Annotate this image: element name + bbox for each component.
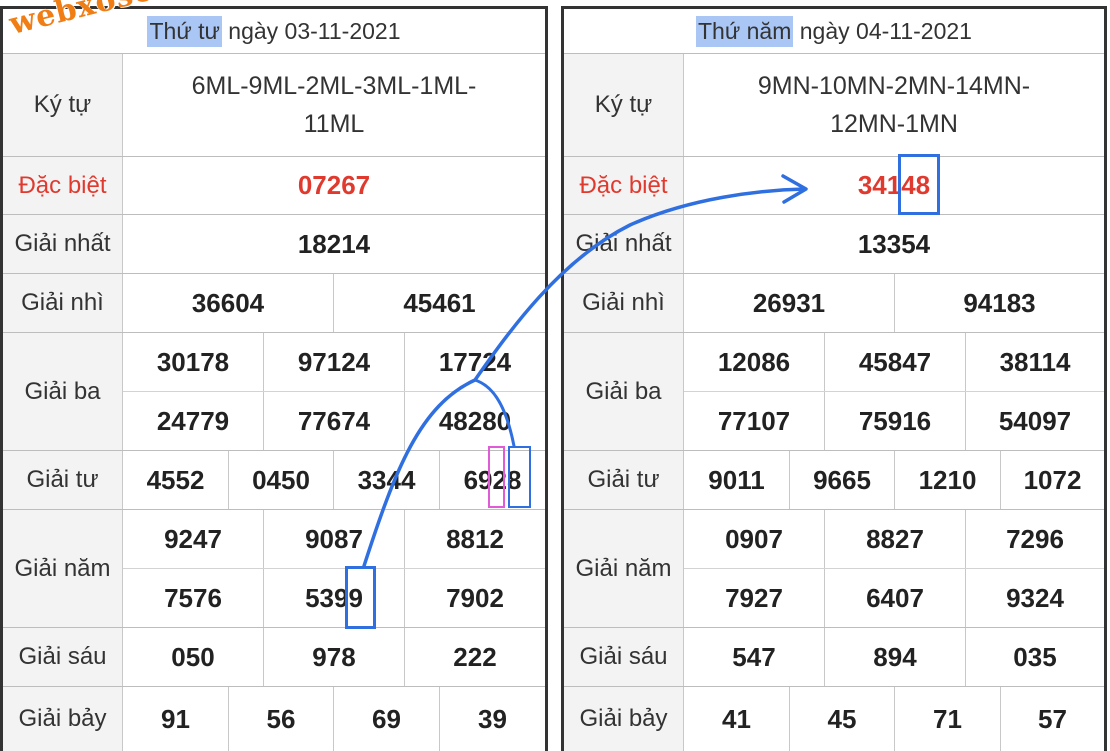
annotation-arrow-overlay [362, 174, 808, 568]
curved-arrow [362, 187, 807, 568]
curved-arrow [473, 378, 516, 448]
